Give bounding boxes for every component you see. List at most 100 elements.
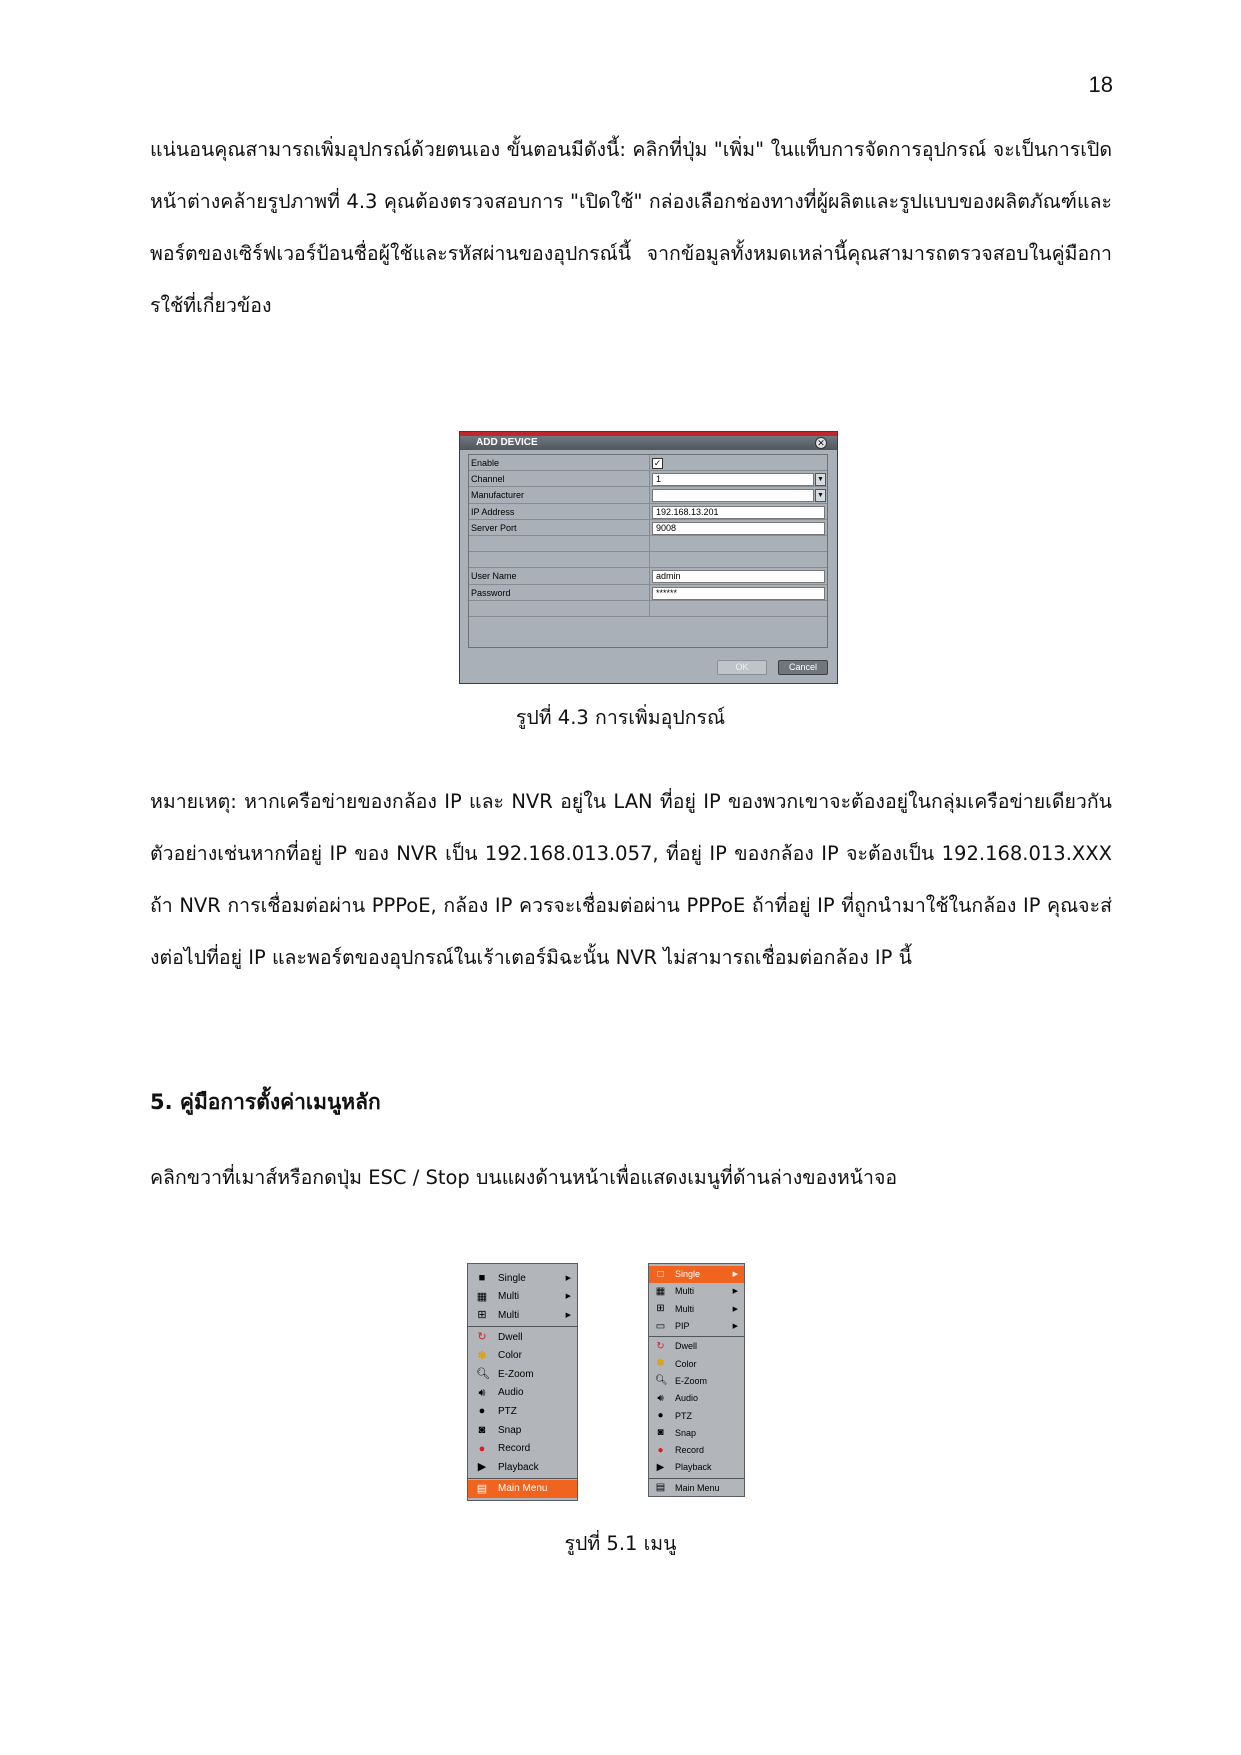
form-label: Channel bbox=[471, 474, 505, 485]
menu-item-label: Dwell bbox=[498, 1331, 523, 1343]
menu-item-label: Color bbox=[498, 1350, 522, 1362]
menu-item-e-zoom[interactable]: 🔍︎ E-Zoom bbox=[649, 1373, 744, 1390]
chevron-down-icon[interactable]: ▼ bbox=[815, 473, 826, 487]
menu-item-single[interactable]: □ Single ▶ bbox=[649, 1266, 744, 1284]
menu-item-main-menu[interactable]: ▤ Main Menu bbox=[649, 1480, 744, 1497]
context-menu-with-pip: □ Single ▶ ▦ Multi ▶ ⊞ Multi ▶ ▭ PIP ▶ ↻ Dwell ✽ Color 🔍… bbox=[648, 1263, 745, 1497]
menu-item-label: Record bbox=[498, 1443, 531, 1455]
form-label: Password bbox=[471, 587, 511, 598]
menu-item-label: Playback bbox=[498, 1461, 539, 1473]
menu-item-dwell[interactable]: ↻ Dwell bbox=[468, 1328, 577, 1347]
main-menu-icon: ▤ bbox=[655, 1482, 666, 1494]
color-icon: ✽ bbox=[477, 1349, 487, 1362]
page-number: 18 bbox=[1088, 72, 1113, 97]
menu-item-main-menu[interactable]: ▤ Main Menu bbox=[468, 1479, 577, 1499]
menu-item-snap[interactable]: ◙ Snap bbox=[468, 1421, 577, 1440]
dwell-icon: ↻ bbox=[477, 1331, 487, 1344]
submenu-arrow-icon: ▶ bbox=[565, 1293, 571, 1301]
form-row: Password ****** bbox=[469, 584, 827, 601]
menu-item-multi[interactable]: ⊞ Multi ▶ bbox=[649, 1301, 744, 1318]
menu-item-color[interactable]: ✽ Color bbox=[468, 1346, 577, 1365]
note-paragraph: หมายเหตุ: หากเครือข่ายของกล้อง IP และ NV… bbox=[150, 790, 1112, 969]
section-heading: 5. คู่มือการตั้งค่าเมนูหลัก bbox=[150, 1090, 381, 1114]
column-divider bbox=[649, 503, 650, 519]
menu-item-ptz[interactable]: ● PTZ bbox=[649, 1407, 744, 1424]
menu-item-record[interactable]: ● Record bbox=[649, 1442, 744, 1459]
menu-item-label: Multi bbox=[498, 1291, 520, 1303]
audio-icon: 🔊︎ bbox=[657, 1392, 664, 1404]
form-label: Manufacturer bbox=[471, 490, 525, 501]
ptz-icon: ● bbox=[478, 1405, 486, 1418]
chevron-down-icon[interactable]: ▼ bbox=[815, 489, 826, 503]
camera-icon: ◙ bbox=[657, 1427, 664, 1439]
server-port-field[interactable]: 9008 bbox=[652, 521, 825, 535]
menu-item-multi[interactable]: ⊞ Multi ▶ bbox=[468, 1306, 577, 1325]
form-row: Manufacturer ▼ bbox=[469, 487, 827, 504]
play-icon: ▶ bbox=[477, 1461, 487, 1474]
form-row: IP Address 192.168.13.201 bbox=[469, 503, 827, 520]
column-divider bbox=[649, 568, 650, 584]
menu-item-ptz[interactable]: ● PTZ bbox=[468, 1402, 577, 1421]
menu-item-label: PTZ bbox=[498, 1405, 517, 1417]
single-view-icon: □ bbox=[657, 1268, 664, 1280]
column-divider bbox=[649, 600, 650, 616]
menu-item-color[interactable]: ✽ Color bbox=[649, 1356, 744, 1373]
audio-icon: 🔊︎ bbox=[478, 1386, 486, 1399]
enable-checkbox[interactable]: ✓ bbox=[652, 458, 663, 469]
ip-address-field[interactable]: 192.168.13.201 bbox=[652, 505, 825, 519]
menu-item-label: Single bbox=[675, 1269, 701, 1280]
device-form: Enable ✓ Channel 1 ▼ Manufacturer ▼ IP Address 1… bbox=[468, 454, 828, 648]
context-menu-default: ■ Single ▶ ▦ Multi ▶ ⊞ Multi ▶ ↻ Dwell ✽ Color 🔍︎ E-Zo… bbox=[467, 1263, 578, 1501]
menu-item-dwell[interactable]: ↻ Dwell bbox=[649, 1338, 744, 1355]
menu-item-label: Snap bbox=[675, 1427, 697, 1438]
menu-item-label: Dwell bbox=[675, 1341, 698, 1352]
channel-field[interactable]: 1 bbox=[652, 473, 814, 487]
zoom-icon: 🔍︎ bbox=[655, 1375, 668, 1387]
single-view-icon: ■ bbox=[478, 1272, 486, 1285]
menu-item-label: PTZ bbox=[675, 1410, 692, 1421]
menu-item-multi[interactable]: ▦ Multi ▶ bbox=[468, 1288, 577, 1307]
ok-button[interactable]: OK bbox=[717, 660, 767, 675]
menu-item-label: Audio bbox=[498, 1387, 524, 1399]
play-icon: ▶ bbox=[656, 1461, 665, 1473]
menu-item-multi[interactable]: ▦ Multi ▶ bbox=[649, 1283, 744, 1300]
menu-item-label: Audio bbox=[675, 1393, 699, 1404]
menu-item-e-zoom[interactable]: 🔍︎ E-Zoom bbox=[468, 1365, 577, 1384]
column-divider bbox=[649, 584, 650, 600]
menu-item-label: E-Zoom bbox=[675, 1375, 708, 1386]
menu-item-label: Playback bbox=[675, 1462, 712, 1473]
manufacturer-field[interactable] bbox=[652, 489, 814, 503]
menu-item-single[interactable]: ■ Single ▶ bbox=[468, 1269, 577, 1288]
grid-4-icon: ⊞ bbox=[656, 1303, 665, 1315]
menu-item-playback[interactable]: ▶ Playback bbox=[649, 1459, 744, 1476]
column-divider bbox=[649, 487, 650, 503]
user-name-field[interactable]: admin bbox=[652, 570, 825, 584]
grid-9-icon: ▦ bbox=[476, 1290, 488, 1303]
menu-item-snap[interactable]: ◙ Snap bbox=[649, 1425, 744, 1442]
close-icon[interactable]: ✕ bbox=[815, 437, 827, 449]
pip-icon: ▭ bbox=[655, 1320, 666, 1332]
submenu-arrow-icon: ▶ bbox=[732, 1288, 738, 1296]
password-field[interactable]: ****** bbox=[652, 586, 825, 600]
form-row bbox=[469, 600, 827, 617]
menu-item-audio[interactable]: 🔊︎ Audio bbox=[468, 1384, 577, 1403]
color-icon: ✽ bbox=[656, 1358, 665, 1370]
dwell-icon: ↻ bbox=[656, 1340, 665, 1352]
cancel-button[interactable]: Cancel bbox=[778, 660, 828, 675]
menu-item-record[interactable]: ● Record bbox=[468, 1439, 577, 1458]
instruction-paragraph: คลิกขวาที่เมาส์หรือกดปุ่ม ESC / Stop บนแ… bbox=[150, 1166, 898, 1189]
submenu-arrow-icon: ▶ bbox=[732, 1271, 738, 1279]
menu-item-playback[interactable]: ▶ Playback bbox=[468, 1458, 577, 1477]
form-row bbox=[469, 552, 827, 569]
dialog-title: ADD DEVICE bbox=[460, 436, 837, 450]
menu-item-label: Snap bbox=[498, 1424, 522, 1436]
record-icon: ● bbox=[478, 1442, 486, 1455]
column-divider bbox=[649, 455, 650, 471]
grid-9-icon: ▦ bbox=[655, 1285, 666, 1297]
menu-item-pip[interactable]: ▭ PIP ▶ bbox=[649, 1318, 744, 1335]
form-label: Enable bbox=[471, 458, 500, 468]
form-row: User Name admin bbox=[469, 568, 827, 585]
column-divider bbox=[649, 471, 650, 487]
menu-item-audio[interactable]: 🔊︎ Audio bbox=[649, 1390, 744, 1407]
form-row: Channel 1 ▼ bbox=[469, 471, 827, 488]
